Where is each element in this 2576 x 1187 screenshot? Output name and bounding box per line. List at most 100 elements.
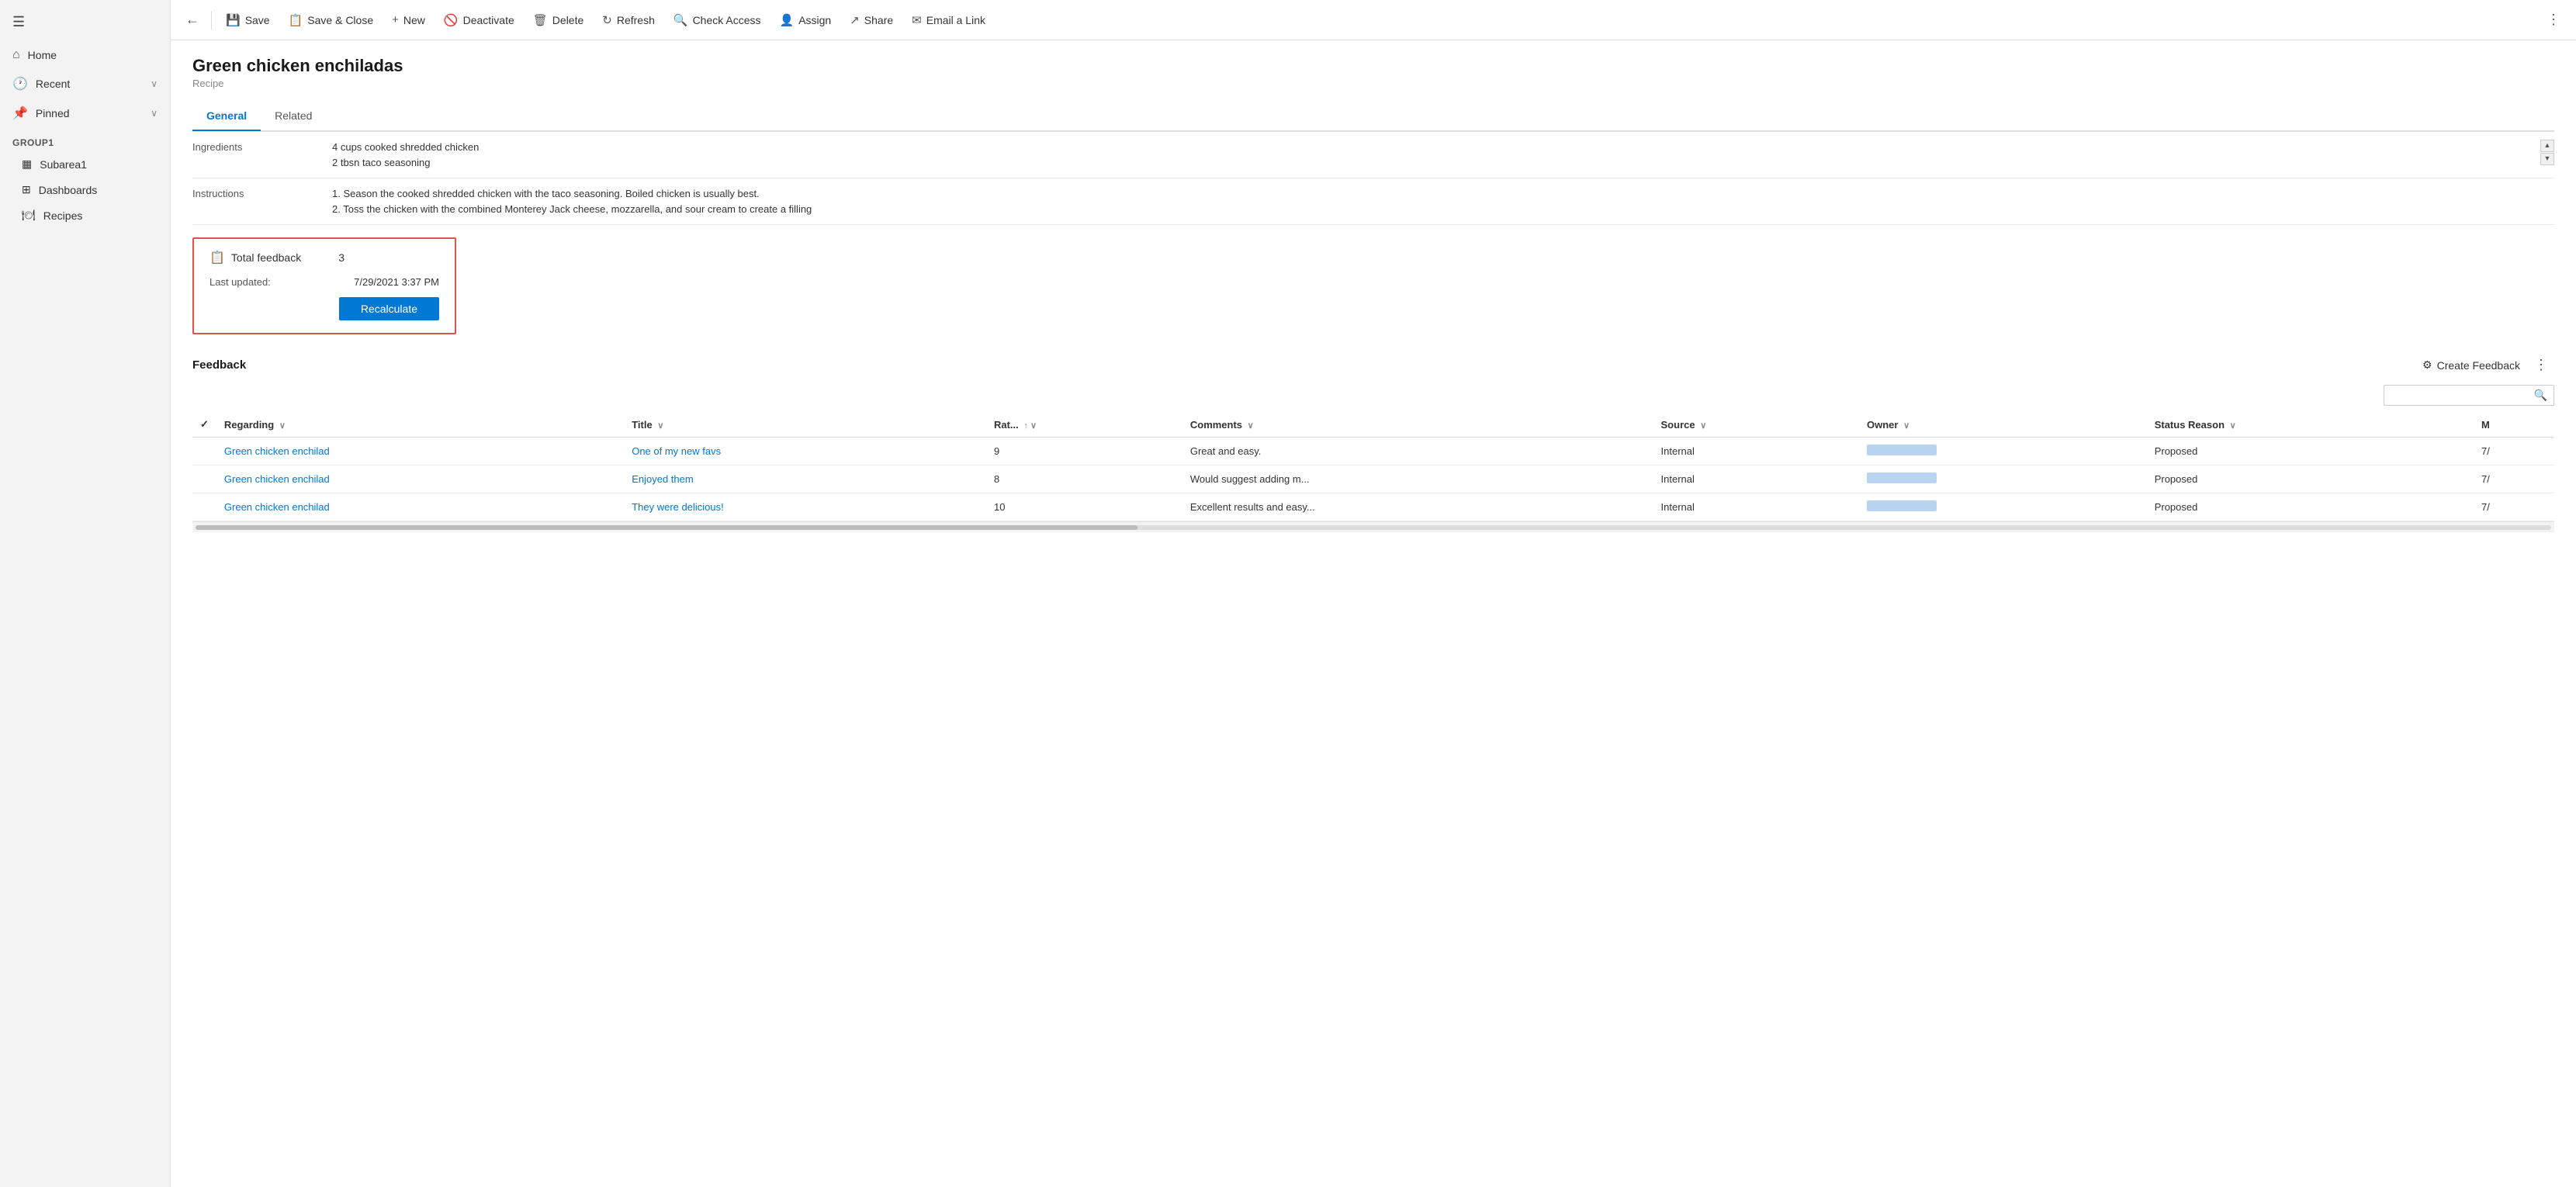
sort-icon: ∨ — [2230, 421, 2236, 431]
assign-label: Assign — [798, 14, 831, 26]
tab-general[interactable]: General — [192, 102, 261, 131]
regarding-link[interactable]: Green chicken enchilad — [224, 445, 348, 457]
regarding-link[interactable]: Green chicken enchilad — [224, 473, 348, 485]
sidebar-item-home[interactable]: ⌂ Home — [0, 41, 170, 69]
new-icon: + — [392, 13, 399, 26]
recent-icon: 🕐 — [12, 76, 28, 92]
title-link[interactable]: One of my new favs — [632, 445, 756, 457]
scroll-up-button[interactable]: ▲ — [2540, 140, 2554, 152]
regarding-link[interactable]: Green chicken enchilad — [224, 501, 348, 513]
row-check[interactable] — [192, 493, 216, 521]
create-feedback-label: Create Feedback — [2437, 359, 2520, 372]
deactivate-label: Deactivate — [463, 14, 514, 26]
feedback-card-icon: 📋 — [209, 250, 225, 265]
search-icon[interactable]: 🔍 — [2534, 389, 2547, 402]
recalculate-button[interactable]: Recalculate — [339, 297, 439, 320]
sidebar-recent-label: Recent — [36, 78, 70, 90]
search-input[interactable] — [2391, 389, 2534, 401]
tab-related[interactable]: Related — [261, 102, 326, 131]
col-check[interactable]: ✓ — [192, 412, 216, 438]
col-comments[interactable]: Comments ∨ — [1182, 412, 1653, 438]
sort-icon: ∨ — [657, 421, 663, 431]
scroll-thumb — [196, 525, 1137, 530]
row-m: 7/ — [2474, 465, 2554, 493]
page-title: Green chicken enchiladas — [192, 56, 2554, 76]
row-m: 7/ — [2474, 493, 2554, 521]
last-updated-label: Last updated: — [209, 276, 271, 288]
sort-asc-icon: ↑ ∨ — [1023, 421, 1037, 431]
page-subtitle: Recipe — [192, 78, 2554, 89]
save-button[interactable]: 💾 Save — [218, 9, 278, 31]
row-comments: Excellent results and easy... — [1182, 493, 1653, 521]
save-icon: 💾 — [226, 13, 241, 27]
row-regarding: Green chicken enchilad — [216, 438, 624, 465]
row-source: Internal — [1653, 438, 1859, 465]
sidebar-group-label: Group1 — [0, 128, 170, 151]
assign-icon: 👤 — [780, 13, 795, 27]
feedback-table: ✓ Regarding ∨ Title ∨ Rat... ↑ ∨ — [192, 412, 2554, 521]
create-feedback-button[interactable]: ⚙ Create Feedback — [2415, 355, 2528, 375]
back-button[interactable]: ← — [180, 8, 205, 33]
share-icon: ↗ — [850, 13, 860, 27]
col-owner[interactable]: Owner ∨ — [1859, 412, 2147, 438]
sidebar-item-dashboards[interactable]: ⊞ Dashboards — [0, 177, 170, 202]
title-link[interactable]: They were delicious! — [632, 501, 756, 513]
deactivate-button[interactable]: 🚫 Deactivate — [436, 9, 522, 31]
col-m: M — [2474, 412, 2554, 438]
sidebar-item-recipes[interactable]: 🍽 Recipes — [0, 202, 170, 228]
row-owner — [1859, 438, 2147, 465]
feedback-card-title: Total feedback — [231, 251, 301, 264]
instructions-label: Instructions — [192, 186, 332, 199]
delete-icon: 🗑 — [533, 13, 548, 27]
hamburger-icon[interactable]: ☰ — [0, 6, 170, 41]
sidebar-item-pinned[interactable]: 📌 Pinned ∨ — [0, 99, 170, 128]
sidebar-item-subarea1[interactable]: ▦ Subarea1 — [0, 151, 170, 177]
delete-button[interactable]: 🗑 Delete — [525, 9, 592, 31]
row-rating: 10 — [986, 493, 1182, 521]
row-rating: 8 — [986, 465, 1182, 493]
col-title[interactable]: Title ∨ — [624, 412, 986, 438]
chevron-down-icon: ∨ — [151, 78, 158, 89]
col-source[interactable]: Source ∨ — [1653, 412, 1859, 438]
assign-button[interactable]: 👤 Assign — [772, 9, 840, 31]
sidebar-item-recent[interactable]: 🕐 Recent ∨ — [0, 69, 170, 99]
form-section: Ingredients 4 cups cooked shredded chick… — [192, 131, 2554, 225]
row-check[interactable] — [192, 438, 216, 465]
refresh-button[interactable]: ↻ Refresh — [594, 9, 663, 31]
email-link-label: Email a Link — [926, 14, 985, 26]
new-button[interactable]: + New — [384, 9, 433, 30]
sidebar-pinned-label: Pinned — [36, 107, 70, 119]
horizontal-scrollbar[interactable] — [192, 521, 2554, 532]
row-title: One of my new favs — [624, 438, 986, 465]
search-bar: 🔍 — [192, 385, 2554, 406]
email-link-button[interactable]: ✉ Email a Link — [904, 9, 993, 31]
last-updated-value: 7/29/2021 3:37 PM — [354, 276, 439, 288]
dashboards-icon: ⊞ — [22, 183, 31, 196]
refresh-icon: ↻ — [602, 13, 612, 27]
more-options-button[interactable]: ⋮ — [2540, 8, 2567, 32]
scroll-down-button[interactable]: ▼ — [2540, 153, 2554, 165]
col-regarding[interactable]: Regarding ∨ — [216, 412, 624, 438]
new-label: New — [403, 14, 425, 26]
toolbar: ← 💾 Save 📋 Save & Close + New 🚫 Deactiva… — [171, 0, 2576, 40]
row-m: 7/ — [2474, 438, 2554, 465]
feedback-more-options-button[interactable]: ⋮ — [2528, 353, 2554, 377]
save-close-button[interactable]: 📋 Save & Close — [281, 9, 382, 31]
check-access-button[interactable]: 🔍 Check Access — [666, 9, 769, 31]
share-button[interactable]: ↗ Share — [842, 9, 901, 31]
row-rating: 9 — [986, 438, 1182, 465]
toolbar-divider — [211, 11, 212, 29]
col-status-reason[interactable]: Status Reason ∨ — [2147, 412, 2474, 438]
sidebar: ☰ ⌂ Home 🕐 Recent ∨ 📌 Pinned ∨ Group1 ▦ … — [0, 0, 171, 1187]
row-check[interactable] — [192, 465, 216, 493]
main-panel: ← 💾 Save 📋 Save & Close + New 🚫 Deactiva… — [171, 0, 2576, 1187]
sidebar-home-label: Home — [28, 49, 57, 61]
row-status-reason: Proposed — [2147, 493, 2474, 521]
col-rating[interactable]: Rat... ↑ ∨ — [986, 412, 1182, 438]
ingredients-row: Ingredients 4 cups cooked shredded chick… — [192, 132, 2554, 178]
feedback-section-header: Feedback ⚙ Create Feedback ⋮ — [192, 353, 2554, 377]
deactivate-icon: 🚫 — [444, 13, 459, 27]
search-input-wrap: 🔍 — [2384, 385, 2554, 406]
title-link[interactable]: Enjoyed them — [632, 473, 756, 485]
row-owner — [1859, 465, 2147, 493]
